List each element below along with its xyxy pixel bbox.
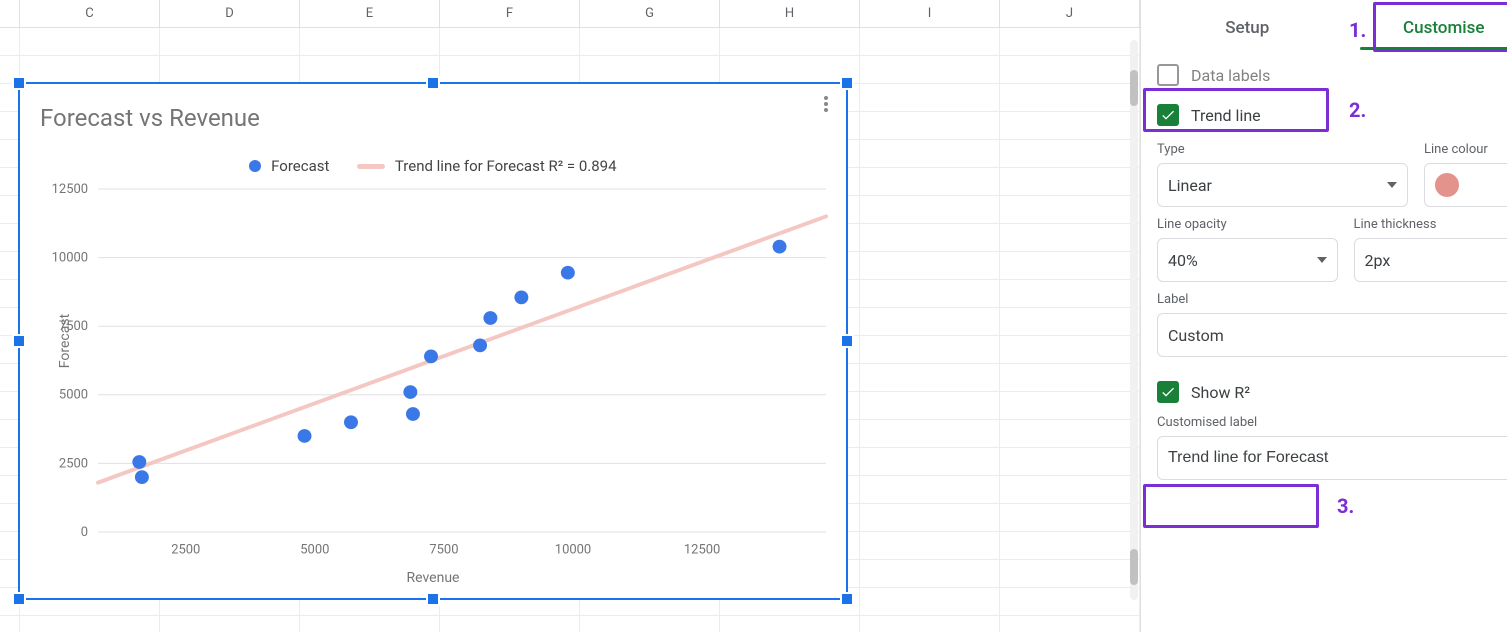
- legend-dot-icon: [249, 160, 261, 172]
- svg-text:12500: 12500: [684, 543, 720, 558]
- line-thickness-select[interactable]: 2px: [1354, 238, 1507, 282]
- svg-text:0: 0: [81, 525, 88, 540]
- select-value: 2px: [1365, 251, 1391, 270]
- field-label: Line thickness: [1354, 217, 1507, 232]
- vertical-scrollbar[interactable]: [1130, 40, 1138, 600]
- trend-type-select[interactable]: Linear: [1157, 163, 1408, 207]
- col-header[interactable]: J: [1000, 0, 1140, 27]
- resize-handle[interactable]: [428, 78, 438, 88]
- scroll-thumb[interactable]: [1130, 70, 1138, 106]
- trend-label-select[interactable]: Custom: [1157, 313, 1507, 357]
- option-label: Trend line: [1191, 106, 1261, 125]
- field-label: Line colour: [1424, 142, 1507, 157]
- tab-customise[interactable]: Customise: [1350, 0, 1507, 56]
- annotation-box: [1143, 484, 1319, 528]
- option-label: Data labels: [1191, 66, 1270, 85]
- svg-text:7500: 7500: [429, 543, 458, 558]
- annotation-number: 3.: [1337, 494, 1354, 518]
- option-label: Show R²: [1191, 383, 1250, 402]
- svg-text:2500: 2500: [171, 543, 200, 558]
- col-header[interactable]: D: [160, 0, 300, 27]
- chevron-down-icon: [1317, 257, 1327, 263]
- chart-title[interactable]: Forecast vs Revenue: [40, 104, 260, 132]
- field-label: Label: [1157, 292, 1507, 307]
- svg-text:5000: 5000: [300, 543, 329, 558]
- resize-handle[interactable]: [842, 78, 852, 88]
- option-trend-line[interactable]: Trend line: [1153, 98, 1507, 132]
- checkbox-checked-icon[interactable]: [1157, 104, 1179, 126]
- col-header[interactable]: C: [20, 0, 160, 27]
- column-headers: C D E F G H I J: [0, 0, 1140, 28]
- resize-handle[interactable]: [428, 594, 438, 604]
- legend-series-label: Forecast: [271, 157, 329, 175]
- chart-plot-area: 0250050007500100001250025005000750010000…: [98, 189, 826, 532]
- resize-handle[interactable]: [14, 594, 24, 604]
- spreadsheet-area[interactable]: C D E F G H I J Forecast v: [0, 0, 1140, 632]
- field-label: Customised label: [1157, 415, 1507, 430]
- colour-swatch-icon: [1435, 173, 1459, 197]
- checkbox-unchecked-icon[interactable]: [1157, 64, 1179, 86]
- chart-options-icon[interactable]: [814, 92, 838, 116]
- select-value: 40%: [1168, 251, 1198, 270]
- select-value: Linear: [1168, 176, 1212, 195]
- svg-text:10000: 10000: [52, 251, 88, 266]
- chart-editor-panel: Setup Customise Data labels Trend line T…: [1140, 0, 1507, 632]
- custom-label-input[interactable]: [1157, 436, 1507, 480]
- col-header[interactable]: I: [860, 0, 1000, 27]
- option-data-labels[interactable]: Data labels: [1153, 58, 1507, 92]
- svg-text:2500: 2500: [59, 456, 88, 471]
- resize-handle[interactable]: [842, 594, 852, 604]
- col-header[interactable]: G: [580, 0, 720, 27]
- resize-handle[interactable]: [14, 336, 24, 346]
- x-axis-label: Revenue: [20, 570, 846, 586]
- chart-container[interactable]: Forecast vs Revenue Forecast Trend line …: [18, 82, 848, 600]
- line-opacity-select[interactable]: 40%: [1157, 238, 1338, 282]
- line-colour-select[interactable]: [1424, 163, 1507, 207]
- resize-handle[interactable]: [14, 78, 24, 88]
- select-value: Custom: [1168, 326, 1224, 345]
- chart-legend: Forecast Trend line for Forecast R² = 0.…: [20, 156, 846, 175]
- svg-text:10000: 10000: [555, 543, 591, 558]
- checkbox-checked-icon[interactable]: [1157, 381, 1179, 403]
- svg-text:7500: 7500: [59, 319, 88, 334]
- legend-trend-label: Trend line for Forecast R² = 0.894: [395, 157, 617, 175]
- legend-trend-icon: [357, 164, 385, 169]
- col-header[interactable]: H: [720, 0, 860, 27]
- chevron-down-icon: [1387, 182, 1397, 188]
- svg-text:5000: 5000: [59, 388, 88, 403]
- col-header[interactable]: E: [300, 0, 440, 27]
- tab-setup[interactable]: Setup: [1153, 0, 1342, 56]
- svg-text:12500: 12500: [52, 182, 88, 197]
- resize-handle[interactable]: [842, 336, 852, 346]
- option-show-r2[interactable]: Show R²: [1153, 375, 1507, 409]
- field-label: Line opacity: [1157, 217, 1338, 232]
- col-header[interactable]: F: [440, 0, 580, 27]
- scroll-thumb[interactable]: [1130, 549, 1138, 585]
- field-label: Type: [1157, 142, 1408, 157]
